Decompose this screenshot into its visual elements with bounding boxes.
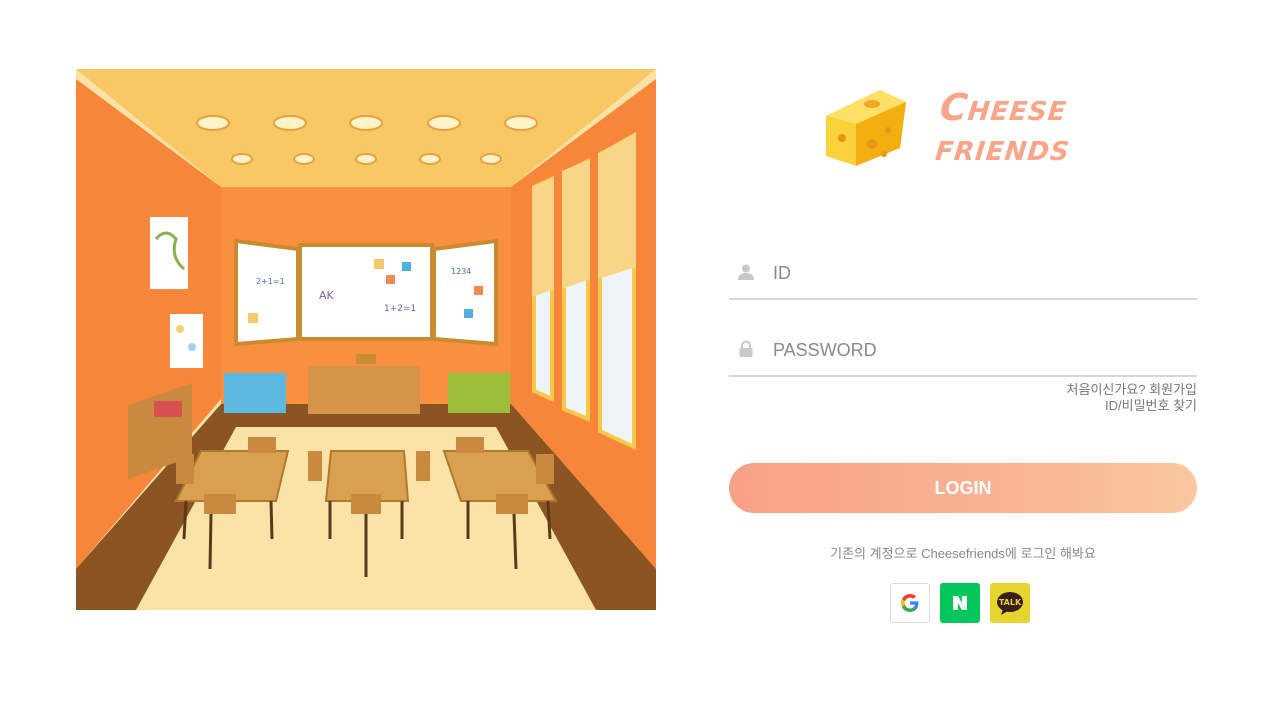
- kakao-talk-badge: TALK: [999, 598, 1022, 607]
- kakao-talk-icon: TALK: [997, 592, 1023, 615]
- find-account-link[interactable]: ID/비밀번호 찾기: [1067, 398, 1197, 414]
- svg-text:AK: AK: [319, 289, 335, 302]
- password-input[interactable]: [771, 335, 1185, 365]
- account-help-links: 처음이신가요? 회원가입 ID/비밀번호 찾기: [1067, 382, 1197, 414]
- cheese-icon: [826, 90, 906, 166]
- svg-text:1234: 1234: [451, 267, 471, 276]
- google-login-button[interactable]: [890, 583, 930, 623]
- id-input[interactable]: [771, 258, 1185, 288]
- classroom-illustration: AK 1+2=1 2+1=1 1234: [76, 69, 656, 610]
- svg-text:2+1=1: 2+1=1: [256, 277, 285, 286]
- kakao-login-button[interactable]: TALK: [990, 583, 1030, 623]
- google-icon: [901, 594, 919, 612]
- brand-line-2: friends: [933, 126, 1073, 169]
- brand-line-1: Cheese: [937, 86, 1070, 129]
- svg-text:1+2=1: 1+2=1: [384, 304, 416, 314]
- social-login-buttons: TALK: [890, 583, 1030, 623]
- user-icon: [738, 264, 754, 280]
- login-button[interactable]: LOGIN: [729, 463, 1197, 513]
- social-login-caption: 기존의 계정으로 Cheesefriends에 로그인 해봐요: [830, 546, 1096, 561]
- naver-login-button[interactable]: [940, 583, 980, 623]
- naver-icon: [953, 596, 967, 610]
- signup-link[interactable]: 처음이신가요? 회원가입: [1067, 382, 1197, 398]
- id-field-group: [729, 250, 1197, 300]
- lock-icon: [739, 340, 753, 357]
- brand-logo: Cheese friends: [822, 86, 1122, 178]
- brand-wordmark: Cheese friends: [933, 86, 1077, 169]
- password-field-group: [729, 327, 1197, 377]
